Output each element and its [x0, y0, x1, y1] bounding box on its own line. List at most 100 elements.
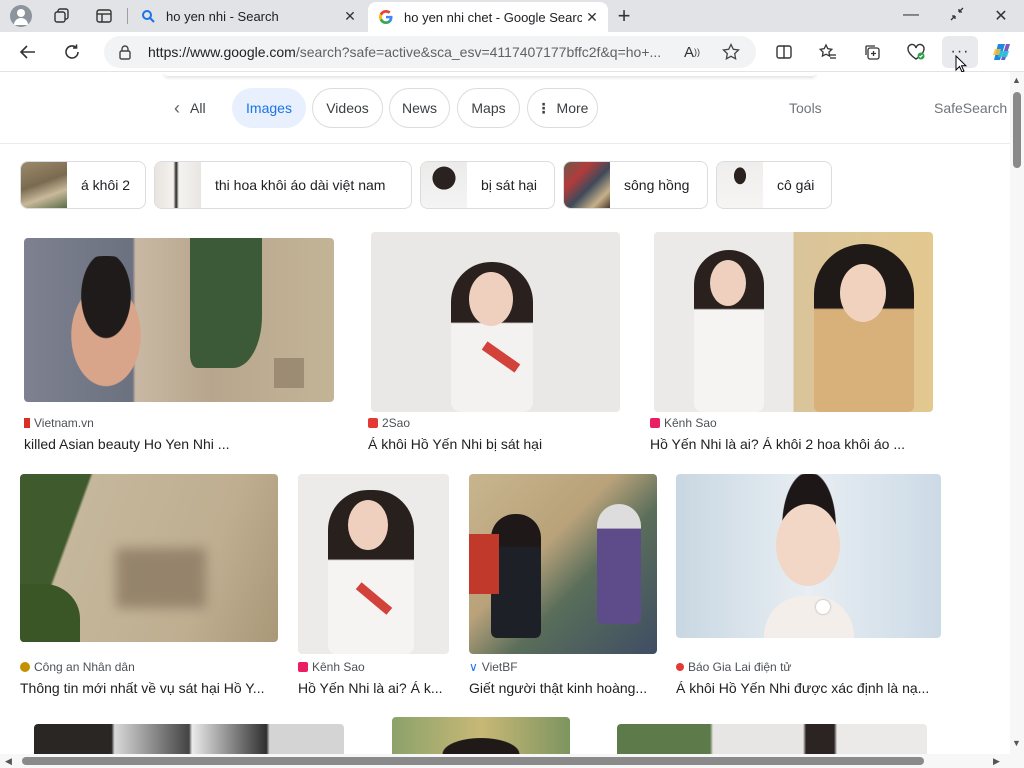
result-image[interactable]	[24, 238, 334, 402]
image-result[interactable]: Công an Nhân dân Thông tin mới nhất về v…	[20, 474, 280, 700]
result-image[interactable]	[298, 474, 449, 654]
result-caption[interactable]: Giết người thật kinh hoàng...	[469, 680, 655, 696]
url-host: https://www.google.com	[148, 44, 296, 60]
browser-essentials-icon[interactable]	[904, 40, 928, 64]
filter-news[interactable]: News	[389, 88, 450, 128]
filter-images[interactable]: Images	[232, 88, 306, 128]
related-searches: á khôi 2 thi hoa khôi áo dài việt nam bị…	[20, 161, 1010, 209]
workspaces-icon[interactable]	[53, 7, 71, 25]
image-result[interactable]: Báo Gia Lai điện tử Á khôi Hồ Yến Nhi đư…	[676, 474, 942, 700]
tab-google-search[interactable]: ho yen nhi chet - Google Search ✕	[368, 2, 608, 32]
result-image[interactable]	[617, 724, 927, 754]
lock-icon[interactable]	[118, 44, 132, 60]
result-source[interactable]: Báo Gia Lai điện tử	[676, 660, 791, 674]
vertical-scroll-thumb[interactable]	[1013, 92, 1021, 168]
result-image[interactable]	[392, 717, 570, 754]
result-source-label: Kênh Sao	[664, 416, 717, 430]
result-caption[interactable]: killed Asian beauty Ho Yen Nhi ...	[24, 436, 340, 452]
scroll-up-arrow-icon[interactable]: ▲	[1012, 75, 1021, 85]
result-image[interactable]	[676, 474, 941, 638]
result-source[interactable]: Kênh Sao	[650, 416, 717, 430]
tab-title: ho yen nhi - Search	[166, 8, 279, 24]
close-tab-icon[interactable]: ✕	[582, 9, 602, 26]
related-chip[interactable]: bị sát hại	[420, 161, 555, 209]
copilot-icon[interactable]	[990, 40, 1014, 64]
split-screen-icon[interactable]	[772, 40, 796, 64]
image-result[interactable]: Kênh Sao Hồ Yến Nhi là ai? Á khôi 2 hoa …	[650, 232, 936, 458]
restore-icon[interactable]	[934, 6, 980, 27]
scroll-right-arrow-icon[interactable]: ▶	[993, 756, 1000, 767]
image-result[interactable]: Vietnam.vn killed Asian beauty Ho Yen Nh…	[24, 238, 340, 458]
filter-all[interactable]: ‹ All	[174, 88, 206, 128]
filter-more[interactable]: ⋮ More	[527, 88, 598, 128]
kebab-icon: ⋮	[536, 99, 551, 116]
new-tab-icon[interactable]: +	[612, 4, 636, 28]
result-source[interactable]: Công an Nhân dân	[20, 660, 135, 674]
result-source[interactable]: Kênh Sao	[298, 660, 365, 674]
2sao-favicon	[368, 418, 378, 428]
related-chip-label: sông hồng	[624, 177, 690, 193]
image-result[interactable]: Kênh Sao Hồ Yến Nhi là ai? Á k...	[298, 474, 450, 700]
result-image[interactable]	[34, 724, 344, 754]
result-image[interactable]	[654, 232, 933, 412]
image-result[interactable]: ∨ VietBF Giết người thật kinh hoàng...	[469, 474, 657, 700]
minimize-icon[interactable]: —	[888, 6, 934, 24]
tools-button[interactable]: Tools	[789, 100, 822, 116]
bao-gia-lai-favicon	[676, 663, 684, 671]
scroll-left-arrow-icon[interactable]: ◀	[5, 756, 12, 767]
result-source[interactable]: Vietnam.vn	[24, 416, 94, 430]
result-caption[interactable]: Hồ Yến Nhi là ai? Á k...	[298, 680, 448, 696]
horizontal-scroll-thumb[interactable]	[22, 757, 924, 765]
search-results-page: ‹ All Images Videos News Maps ⋮ More Too…	[0, 72, 1010, 754]
tab-actions-icon[interactable]	[95, 7, 113, 25]
result-caption[interactable]: Hồ Yến Nhi là ai? Á khôi 2 hoa khôi áo .…	[650, 436, 936, 452]
result-caption[interactable]: Thông tin mới nhất về vụ sát hại Hồ Y...	[20, 680, 276, 696]
filter-maps-label: Maps	[471, 100, 506, 116]
url-text[interactable]: https://www.google.com/search?safe=activ…	[148, 44, 672, 60]
related-thumb-image	[21, 162, 67, 208]
result-caption[interactable]: Á khôi Hồ Yến Nhi được xác định là nạ...	[676, 680, 940, 696]
result-source[interactable]: 2Sao	[368, 416, 410, 430]
filter-maps[interactable]: Maps	[457, 88, 520, 128]
image-result[interactable]	[392, 717, 570, 754]
header-divider	[0, 143, 1010, 144]
related-chip-label: á khôi 2	[81, 177, 131, 193]
image-result[interactable]	[617, 724, 927, 754]
image-result[interactable]	[34, 724, 344, 754]
url-path: /search?safe=active&sca_esv=4117407177bf…	[295, 44, 662, 60]
chevron-left-icon: ‹	[174, 97, 180, 118]
related-chip[interactable]: thi hoa khôi áo dài việt nam	[154, 161, 412, 209]
image-result[interactable]: 2Sao Á khôi Hồ Yến Nhi bị sát hại	[368, 232, 626, 458]
filter-news-label: News	[401, 100, 437, 116]
filter-images-label: Images	[246, 100, 292, 116]
scroll-down-arrow-icon[interactable]: ▼	[1012, 738, 1021, 748]
related-thumb-image	[564, 162, 610, 208]
profile-avatar-icon[interactable]	[10, 5, 32, 27]
result-image[interactable]	[20, 474, 278, 642]
result-image[interactable]	[469, 474, 657, 654]
related-chip[interactable]: sông hồng	[563, 161, 708, 209]
result-caption[interactable]: Á khôi Hồ Yến Nhi bị sát hại	[368, 436, 626, 452]
vertical-scrollbar[interactable]	[1010, 72, 1024, 754]
search-box-bottom-edge	[164, 72, 816, 76]
related-chip[interactable]: cô gái	[716, 161, 832, 209]
related-chip-label: thi hoa khôi áo dài việt nam	[215, 177, 386, 193]
result-source[interactable]: ∨ VietBF	[469, 660, 518, 674]
address-bar[interactable]: https://www.google.com/search?safe=activ…	[104, 36, 756, 68]
search-filter-bar: ‹ All Images Videos News Maps ⋮ More Too…	[0, 88, 1010, 128]
safesearch-button[interactable]: SafeSearch	[934, 100, 1007, 116]
close-tab-icon[interactable]: ✕	[340, 8, 360, 25]
close-window-icon[interactable]: ✕	[978, 6, 1024, 26]
back-arrow-icon[interactable]	[16, 40, 40, 64]
collections-icon[interactable]	[860, 40, 884, 64]
cong-an-favicon	[20, 662, 30, 672]
filter-videos[interactable]: Videos	[312, 88, 383, 128]
result-image[interactable]	[371, 232, 620, 412]
read-aloud-icon[interactable]: A))	[680, 40, 704, 64]
tab-search[interactable]: ho yen nhi - Search ✕	[130, 0, 366, 32]
related-chip[interactable]: á khôi 2	[20, 161, 146, 209]
favorites-icon[interactable]	[816, 40, 840, 64]
favorite-star-icon[interactable]	[719, 40, 743, 64]
refresh-icon[interactable]	[60, 40, 84, 64]
result-source-label: Kênh Sao	[312, 660, 365, 674]
